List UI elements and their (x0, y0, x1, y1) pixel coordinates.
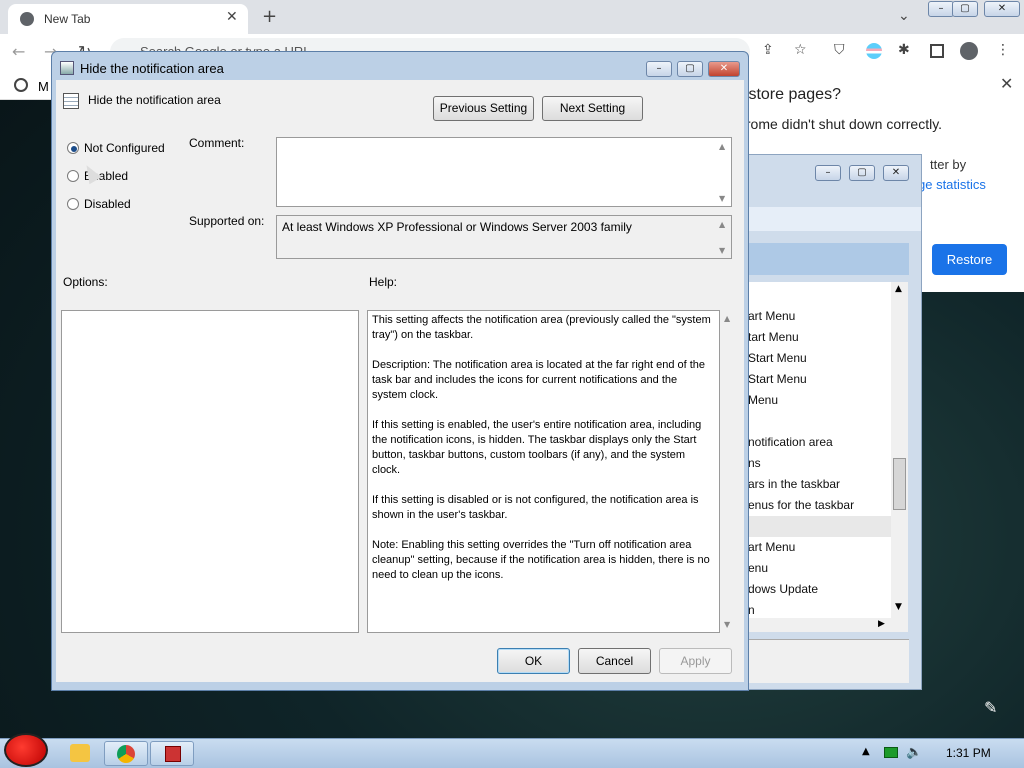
close-icon[interactable]: ✕ (984, 1, 1020, 17)
back-icon[interactable]: ← (12, 42, 25, 61)
list-item[interactable]: tart Menu (748, 327, 908, 348)
help-label: Help: (369, 275, 398, 289)
dialog-minimize-icon[interactable]: – (646, 61, 672, 77)
help-scroll-up-icon[interactable]: ▲ (724, 314, 730, 323)
apply-button[interactable]: Apply (659, 648, 732, 674)
profile-avatar[interactable] (960, 42, 978, 60)
list-item[interactable]: ars in the taskbar (748, 474, 908, 495)
cancel-button[interactable]: Cancel (578, 648, 651, 674)
list-item[interactable]: Start Menu (748, 348, 908, 369)
bg-minimize-icon[interactable]: – (815, 165, 841, 181)
dialog-close-icon[interactable]: ✕ (708, 61, 740, 77)
explorer-icon[interactable] (70, 744, 90, 762)
list-item[interactable]: art Menu (748, 306, 908, 327)
dialog-title: Hide the notification area (80, 61, 224, 76)
previous-setting-button[interactable]: Previous Setting (433, 96, 534, 121)
dialog-maximize-icon[interactable]: ▢ (677, 61, 703, 77)
supported-scroll-up-icon[interactable]: ▲ (719, 220, 725, 229)
comment-field[interactable]: ▲ ▼ (276, 137, 732, 207)
bg-maximize-icon[interactable]: ▢ (849, 165, 875, 181)
comment-label: Comment: (189, 136, 245, 150)
restore-button[interactable]: Restore (932, 244, 1007, 275)
bookmark-label[interactable]: M (38, 79, 49, 94)
help-panel: This setting affects the notification ar… (367, 310, 720, 633)
radio-not-configured-label[interactable]: Not Configured (84, 141, 165, 155)
bg-hscrollbar[interactable]: ▶ (748, 618, 908, 632)
scroll-right-icon[interactable]: ▶ (878, 619, 885, 629)
taskbar-gpedit-button[interactable] (150, 741, 194, 766)
bookmark-icon[interactable] (14, 78, 28, 92)
dialog-title-icon (60, 61, 74, 75)
network-icon[interactable] (884, 747, 898, 758)
restore-partial-text: tter by (930, 157, 967, 172)
bookmark-star-icon[interactable]: ☆ (794, 42, 807, 58)
options-panel (61, 310, 359, 633)
system-clock[interactable]: 1:31 PM (946, 746, 991, 760)
supported-label: Supported on: (189, 214, 265, 228)
bg-close-icon[interactable]: ✕ (883, 165, 909, 181)
ok-button[interactable]: OK (497, 648, 570, 674)
maximize-icon[interactable]: ▢ (952, 1, 978, 17)
help-scroll-down-icon[interactable]: ▼ (724, 620, 730, 629)
bg-toolbar (749, 207, 921, 231)
window-controls: – ▢ ✕ (928, 0, 1020, 18)
bg-status (749, 639, 909, 683)
bg-header (749, 243, 909, 275)
puzzle-icon[interactable]: ✱ (898, 42, 910, 58)
edit-pencil-icon[interactable]: ✎ (984, 698, 997, 717)
help-scrollbar[interactable]: ▲ ▼ (720, 310, 736, 633)
list-item[interactable]: Start Menu (748, 369, 908, 390)
sidepanel-icon[interactable] (930, 44, 944, 58)
scroll-down-icon[interactable]: ▼ (895, 602, 902, 612)
next-setting-button[interactable]: Next Setting (542, 96, 643, 121)
chrome-tab[interactable]: New Tab ✕ (8, 4, 248, 34)
radio-disabled-label[interactable]: Disabled (84, 197, 131, 211)
chrome-tab-icon (20, 12, 34, 26)
close-panel-icon[interactable]: ✕ (1000, 74, 1013, 93)
new-tab-icon[interactable]: + (262, 6, 277, 27)
list-item[interactable]: notification area (748, 432, 908, 453)
setting-name: Hide the notification area (88, 93, 221, 107)
radio-enabled[interactable] (67, 170, 79, 182)
bg-list-scrollbar[interactable]: ▲ ▼ (891, 282, 908, 618)
chrome-tab-title: New Tab (44, 12, 91, 26)
list-item-selected[interactable] (748, 516, 908, 537)
volume-icon[interactable]: 🔈 (906, 745, 922, 760)
scroll-thumb[interactable] (893, 458, 906, 510)
radio-disabled[interactable] (67, 198, 79, 210)
start-button-icon[interactable] (4, 733, 48, 767)
list-item[interactable]: enus for the taskbar (748, 495, 908, 516)
share-icon[interactable]: ⇪ (762, 42, 774, 58)
gpedit-icon (165, 746, 181, 762)
extension-flag-icon[interactable] (866, 43, 882, 59)
list-item[interactable]: art Menu (748, 537, 908, 558)
list-item[interactable]: Menu (748, 390, 908, 411)
tray-chevron-icon[interactable]: ▲ (862, 746, 870, 757)
chrome-icon (117, 745, 135, 763)
settings-list: art Menu tart Menu Start Menu Start Menu… (748, 282, 908, 622)
restore-message: Chrome didn't shut down correctly. (728, 116, 943, 132)
close-tab-icon[interactable]: ✕ (226, 9, 238, 25)
supported-field: At least Windows XP Professional or Wind… (276, 215, 732, 259)
help-text: This setting affects the notification ar… (372, 314, 711, 581)
usage-statistics-link[interactable]: ge statistics (918, 177, 986, 192)
supported-scroll-down-icon[interactable]: ▼ (719, 246, 725, 255)
setting-icon (63, 93, 79, 109)
minimize-icon[interactable]: – (928, 1, 954, 17)
tab-search-icon[interactable]: ⌄ (898, 8, 910, 24)
list-item[interactable]: ns (748, 453, 908, 474)
extension-shield-icon[interactable]: ⛉ (834, 42, 845, 58)
comment-scroll-down-icon[interactable]: ▼ (719, 194, 725, 203)
menu-icon[interactable]: ⋮ (996, 42, 1010, 58)
list-item[interactable] (748, 411, 908, 432)
taskbar-chrome-button[interactable] (104, 741, 148, 766)
radio-not-configured[interactable] (67, 142, 79, 154)
scroll-up-icon[interactable]: ▲ (895, 284, 902, 294)
list-item[interactable]: dows Update (748, 579, 908, 600)
supported-value: At least Windows XP Professional or Wind… (282, 220, 632, 234)
list-item[interactable]: enu (748, 558, 908, 579)
comment-scroll-up-icon[interactable]: ▲ (719, 142, 725, 151)
options-label: Options: (63, 275, 108, 289)
